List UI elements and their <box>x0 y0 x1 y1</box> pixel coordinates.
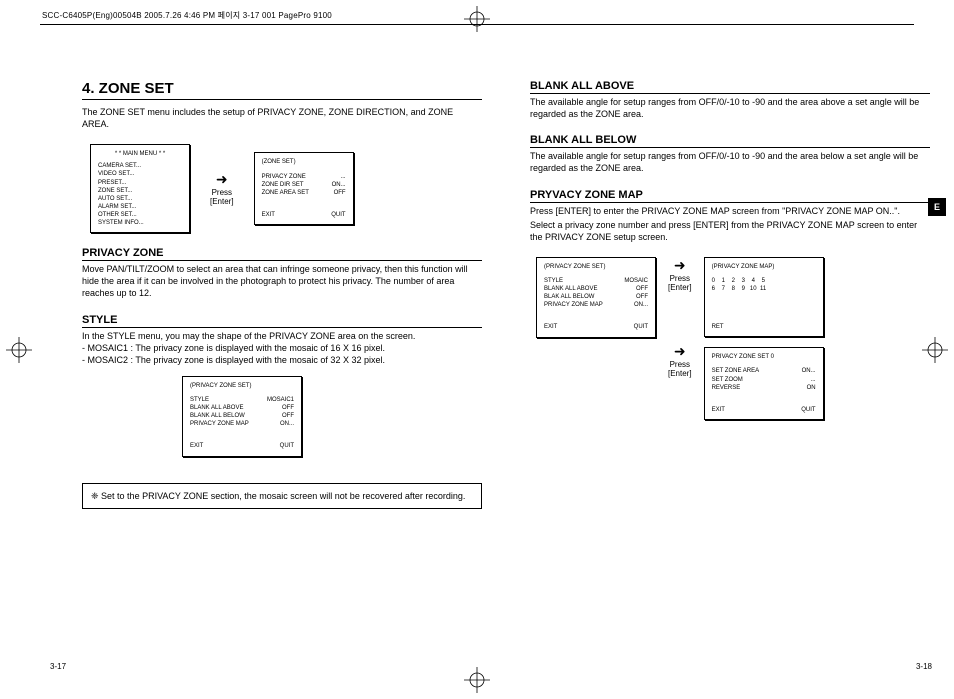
page-number-right: 3-18 <box>916 662 932 671</box>
menu-item: ZONE SET... <box>98 187 182 195</box>
arrow-label: [Enter] <box>668 369 692 379</box>
box-row: BLANK ALL BELOWOFF <box>190 412 294 420</box>
regmark-left <box>6 337 32 363</box>
box-row: STYLEMOSAIC <box>544 277 648 285</box>
privacy-zone-map-box: (PRIVACY ZONE MAP) 0 1 2 3 4 5 6 7 8 9 1… <box>704 257 824 337</box>
privacy-zone-heading: PRIVACY ZONE <box>82 247 482 261</box>
box-footer: EXITQUIT <box>544 323 648 331</box>
box-title: (PRIVACY ZONE SET) <box>190 382 294 390</box>
box-footer: RET <box>712 323 816 331</box>
box-row: STYLEMOSAIC1 <box>190 396 294 404</box>
menu-item: VIDEO SET... <box>98 170 182 178</box>
box-row: REVERSEON <box>712 384 816 392</box>
main-menu-title: * * MAIN MENU * * <box>98 150 182 158</box>
box-title: (PRIVACY ZONE MAP) <box>712 263 816 271</box>
pzm-text-2: Select a privacy zone number and press [… <box>530 219 930 243</box>
side-tab-e: E <box>928 198 946 216</box>
pzm-text-1: Press [ENTER] to enter the PRIVACY ZONE … <box>530 205 930 217</box>
style-text: In the STYLE menu, you may the shape of … <box>82 330 482 342</box>
privacy-zone-set-box-r: (PRIVACY ZONE SET) STYLEMOSAIC BLANK ALL… <box>536 257 656 338</box>
box-row: PRIVACY ZONE MAPON... <box>190 420 294 428</box>
intro-text: The ZONE SET menu includes the setup of … <box>82 106 482 130</box>
menu-item: ALARM SET... <box>98 203 182 211</box>
map-row: 6 7 8 9 10 11 <box>712 285 816 293</box>
blank-all-above-text: The available angle for setup ranges fro… <box>530 96 930 120</box>
page-left: 4. ZONE SET The ZONE SET menu includes t… <box>82 80 482 660</box>
box-row: ZONE AREA SETOFF <box>262 189 346 197</box>
blank-all-above-heading: BLANK ALL ABOVE <box>530 80 930 94</box>
right-diagram-row1: (PRIVACY ZONE SET) STYLEMOSAIC BLANK ALL… <box>536 257 930 420</box>
page-number-left: 3-17 <box>50 662 66 671</box>
arrow-label: [Enter] <box>210 197 234 207</box>
box-row: BLANK ALL ABOVEOFF <box>544 285 648 293</box>
blank-all-below-heading: BLANK ALL BELOW <box>530 134 930 148</box>
arrow-icon: ➜ <box>668 343 692 360</box>
arrow-label: Press <box>668 360 692 370</box>
box-row: SET ZONE AREAON... <box>712 367 816 375</box>
regmark-bottom <box>464 667 490 693</box>
page-right: BLANK ALL ABOVE The available angle for … <box>530 80 930 660</box>
arrow-press-enter: ➜ Press [Enter] <box>668 257 692 293</box>
blank-all-below-text: The available angle for setup ranges fro… <box>530 150 930 174</box>
menu-diagram: * * MAIN MENU * * CAMERA SET... VIDEO SE… <box>90 144 482 233</box>
arrow-press-enter: ➜ Press [Enter] <box>210 171 234 207</box>
arrow-icon: ➜ <box>668 257 692 274</box>
arrow-label: [Enter] <box>668 283 692 293</box>
box-row: PRIVACY ZONE... <box>262 173 346 181</box>
box-row: BLAK ALL BELOWOFF <box>544 293 648 301</box>
menu-item: OTHER SET... <box>98 211 182 219</box>
box-row: ZONE DIR SETON... <box>262 181 346 189</box>
menu-item: SYSTEM INFO... <box>98 219 182 227</box>
map-row: 0 1 2 3 4 5 <box>712 277 816 285</box>
box-title: (ZONE SET) <box>262 158 346 166</box>
style-heading: STYLE <box>82 314 482 328</box>
box-footer: EXITQUIT <box>262 211 346 219</box>
arrow-label: Press <box>210 188 234 198</box>
privacy-zone-set-box: (PRIVACY ZONE SET) STYLEMOSAIC1 BLANK AL… <box>182 376 302 457</box>
print-header: SCC-C6405P(Eng)00504B 2005.7.26 4:46 PM … <box>42 10 332 21</box>
box-row: BLANK ALL ABOVEOFF <box>190 404 294 412</box>
regmark-top <box>464 6 490 32</box>
box-row: PRIVACY ZONE MAPON... <box>544 301 648 309</box>
privacy-zone-set-0-box: PRIVACY ZONE SET 0 SET ZONE AREAON... SE… <box>704 347 824 419</box>
privacy-zone-map-heading: PRYVACY ZONE MAP <box>530 189 930 203</box>
style-text-m1: - MOSAIC1 : The privacy zone is displaye… <box>82 342 482 354</box>
menu-item: PRESET... <box>98 179 182 187</box>
zone-set-box: (ZONE SET) PRIVACY ZONE... ZONE DIR SETO… <box>254 152 354 224</box>
privacy-zone-text: Move PAN/TILT/ZOOM to select an area tha… <box>82 263 482 299</box>
arrow-label: Press <box>668 274 692 284</box>
arrow-icon: ➜ <box>210 171 234 188</box>
box-row: SET ZOOM... <box>712 376 816 384</box>
menu-item: AUTO SET... <box>98 195 182 203</box>
main-menu-box: * * MAIN MENU * * CAMERA SET... VIDEO SE… <box>90 144 190 233</box>
note-box: ❈ Set to the PRIVACY ZONE section, the m… <box>82 483 482 509</box>
page-title: 4. ZONE SET <box>82 80 482 100</box>
box-footer: EXITQUIT <box>190 442 294 450</box>
menu-item: CAMERA SET... <box>98 162 182 170</box>
box-title: PRIVACY ZONE SET 0 <box>712 353 816 361</box>
arrow-press-enter: ➜ Press [Enter] <box>668 343 692 379</box>
box-footer: EXITQUIT <box>712 406 816 414</box>
style-text-m2: - MOSAIC2 : The privacy zone is displaye… <box>82 354 482 366</box>
box-title: (PRIVACY ZONE SET) <box>544 263 648 271</box>
